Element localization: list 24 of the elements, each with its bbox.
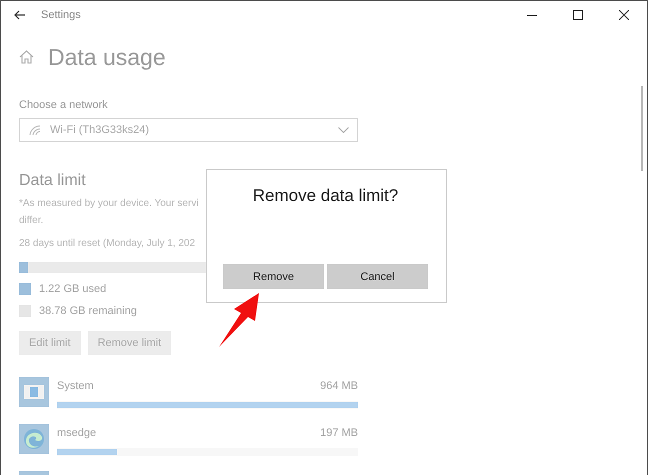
dialog-title: Remove data limit? xyxy=(252,186,398,206)
chevron-down-icon xyxy=(338,127,349,133)
section-heading: Data limit xyxy=(19,172,87,190)
legend-label: 1.22 GB used xyxy=(39,283,106,295)
note-text: *As measured by your device. Your servi xyxy=(19,197,199,211)
reset-text: 28 days until reset (Monday, July 1, 202 xyxy=(19,237,196,251)
home-icon[interactable] xyxy=(19,50,34,64)
wifi-icon xyxy=(29,124,42,136)
app-usage: 964 MB xyxy=(320,380,358,392)
dialog-button[interactable]: Remove xyxy=(223,264,324,289)
legend-label: 38.78 GB remaining xyxy=(39,305,137,317)
window-icon xyxy=(24,385,44,399)
limit-button[interactable]: Edit limit xyxy=(19,331,81,355)
scrollbar[interactable] xyxy=(641,86,643,171)
note-text: differ. xyxy=(19,214,44,228)
network-dropdown[interactable]: Wi-Fi (Th3G33ks24) xyxy=(19,118,358,142)
app-usage: 197 MB xyxy=(320,427,358,439)
app-name: System xyxy=(57,380,94,392)
app-name: msedge xyxy=(57,427,96,439)
window-title: Settings xyxy=(41,9,82,21)
limit-button[interactable]: Remove limit xyxy=(88,331,172,355)
page-title: Data usage xyxy=(48,44,166,70)
network-label: Choose a network xyxy=(19,99,109,111)
dialog-button[interactable]: Cancel xyxy=(327,264,428,289)
